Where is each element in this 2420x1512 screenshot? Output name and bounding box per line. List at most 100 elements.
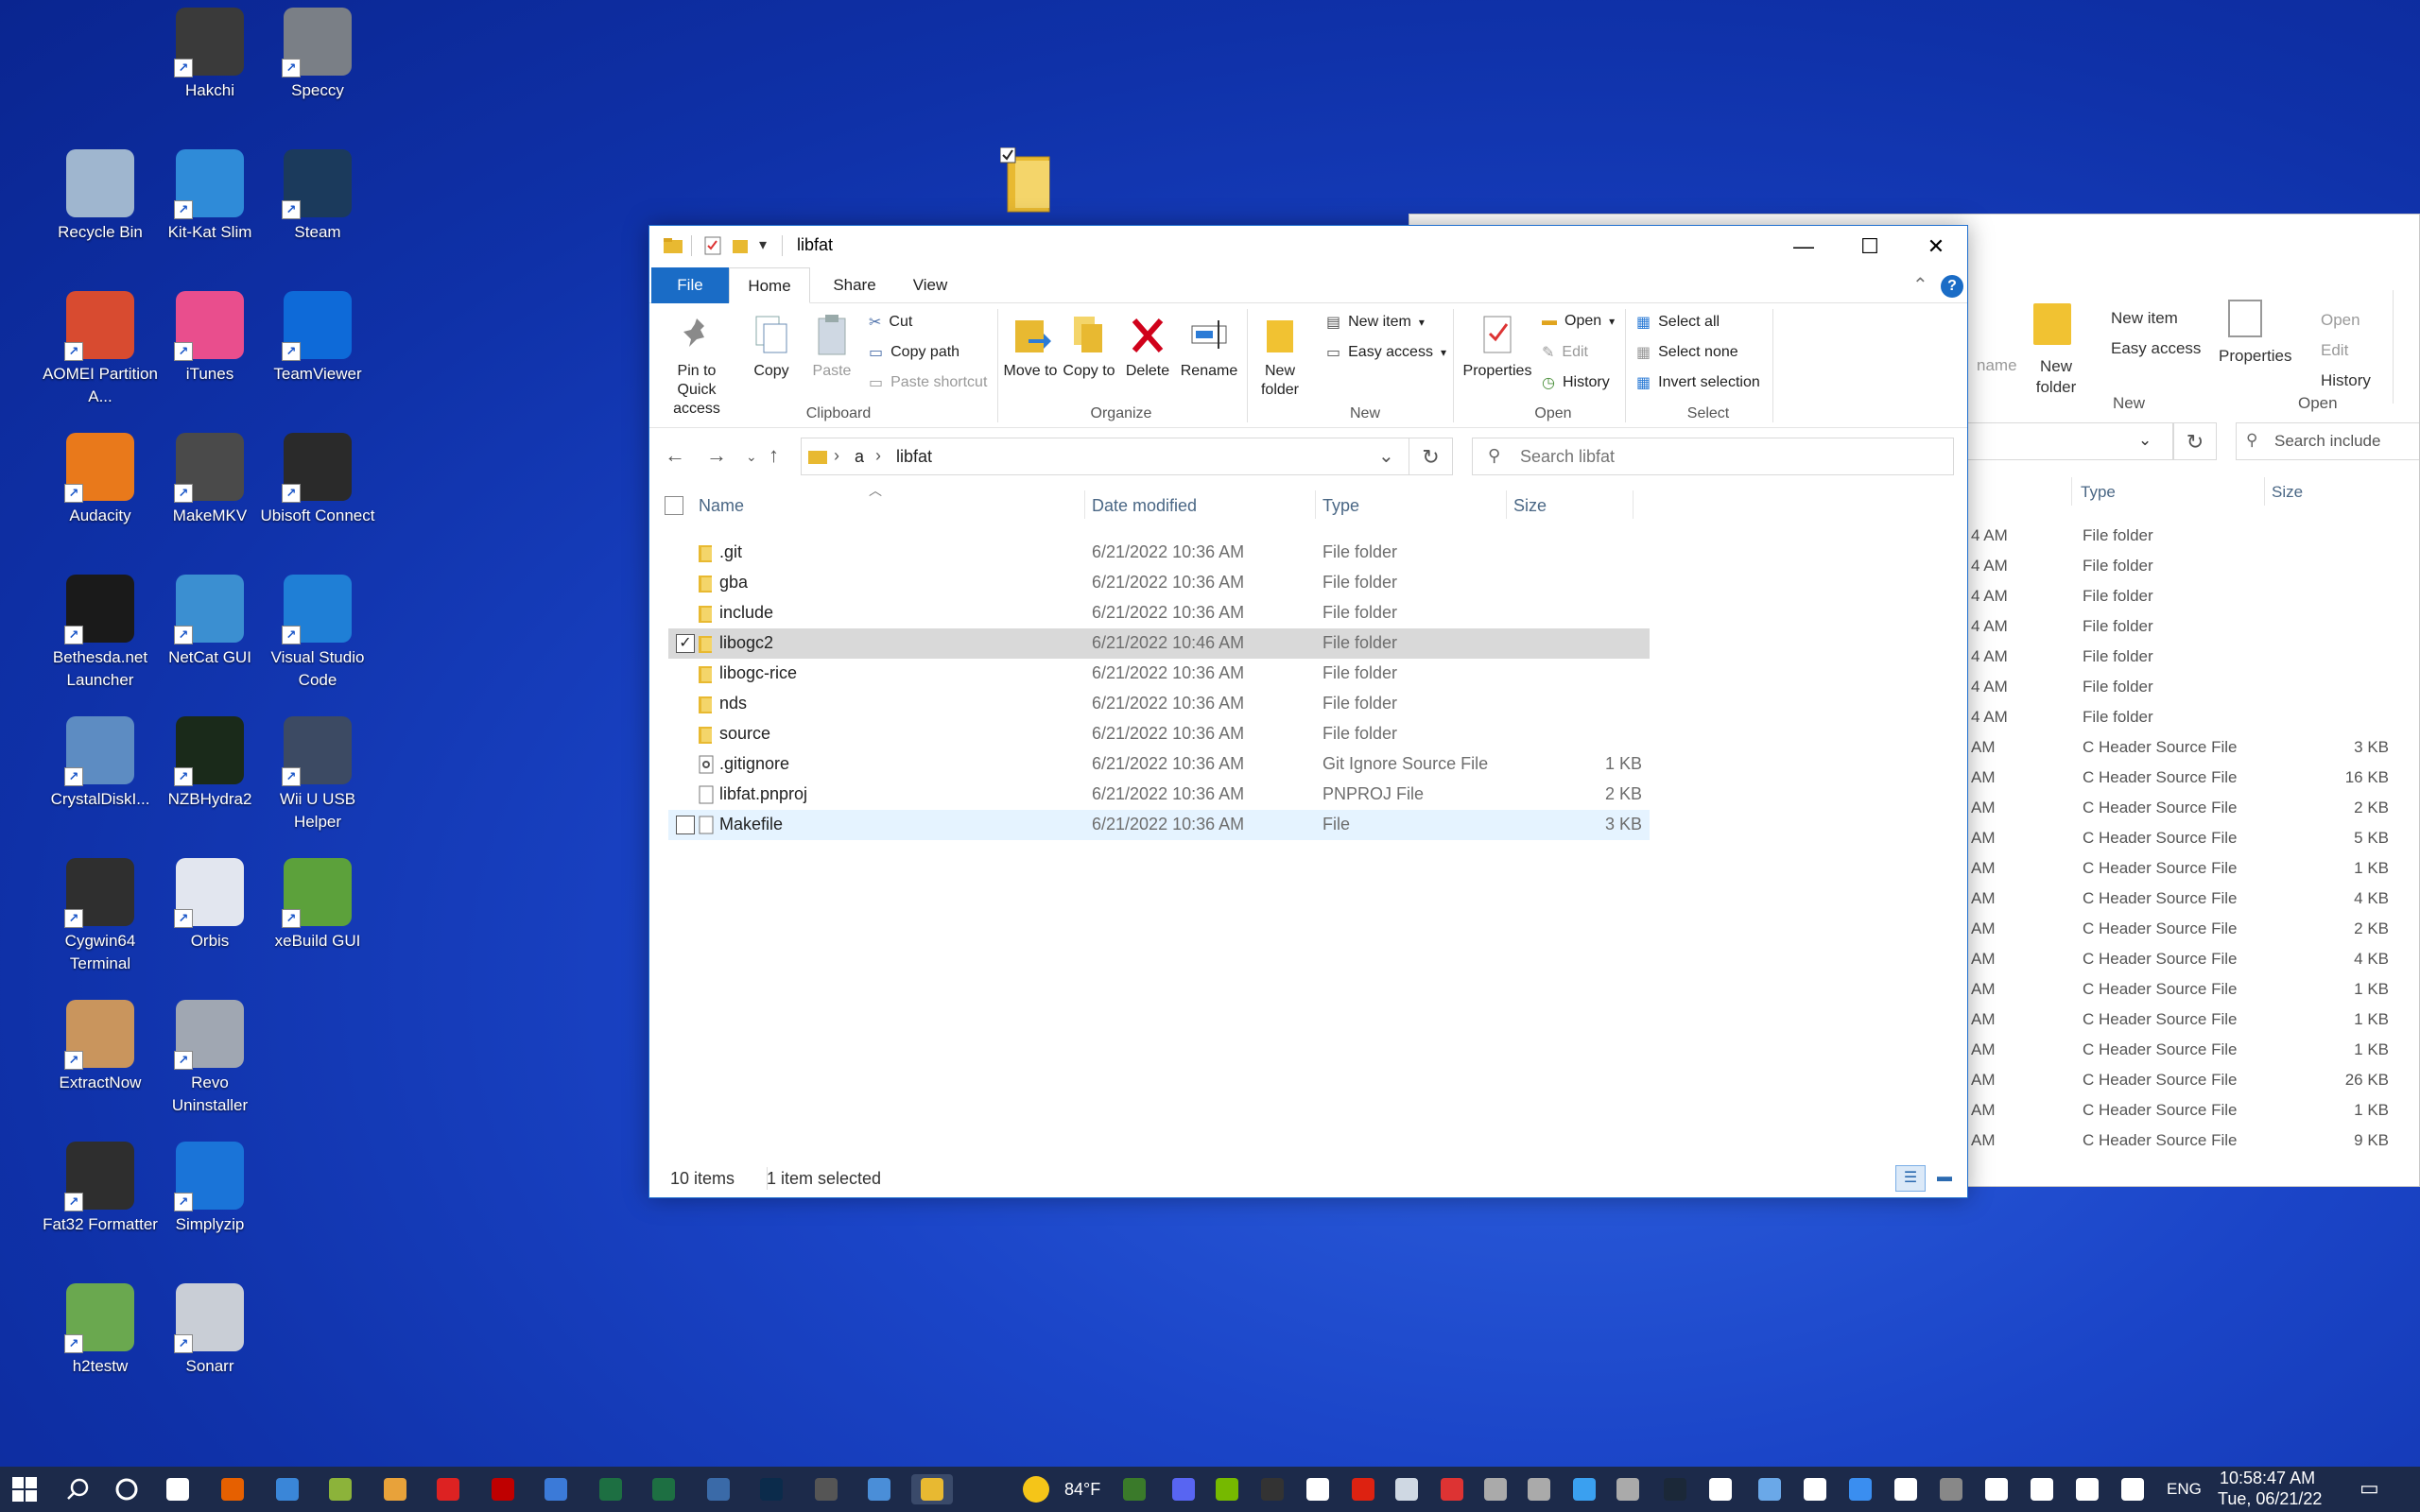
maximize-button[interactable]: ☐ (1837, 226, 1903, 267)
background-search-box[interactable]: ⚲ Search include (2236, 422, 2419, 460)
download-icon[interactable] (1800, 1474, 1830, 1504)
new-folder-button[interactable]: New folder (2028, 356, 2084, 398)
desktop-icon[interactable]: ↗ Sonarr (151, 1283, 268, 1416)
history-button[interactable]: ◷ History (1542, 373, 1610, 392)
invert-selection-button[interactable]: ▦ Invert selection (1636, 373, 1760, 392)
notification-center-icon[interactable]: ▭ (2360, 1476, 2379, 1501)
forward-arrow-icon[interactable]: → (706, 443, 727, 468)
desktop-icon[interactable]: ↗ Revo Uninstaller (151, 1000, 268, 1132)
pin-to-quick-access-button[interactable]: Pin to Quick access (657, 313, 736, 419)
input-language[interactable]: ENG (2167, 1480, 2202, 1499)
desktop-icon[interactable]: ↗ Bethesda.net Launcher (42, 575, 159, 707)
security-icon[interactable] (1891, 1474, 1921, 1504)
search-box[interactable]: ⚲ (1472, 438, 1954, 475)
details-view-icon[interactable]: ☰ (1895, 1165, 1926, 1192)
breadcrumb-parent[interactable]: a (855, 447, 864, 467)
app-icon[interactable] (1936, 1474, 1966, 1504)
desktop-icon[interactable]: ↗ NZBHydra2 (151, 716, 268, 849)
paste-button[interactable]: Paste (804, 313, 859, 381)
start-icon[interactable] (9, 1474, 40, 1504)
app-icon[interactable] (1569, 1474, 1599, 1504)
app-icon[interactable] (1705, 1474, 1736, 1504)
desktop-icon[interactable]: ↗ Visual Studio Code (259, 575, 376, 707)
desktop-icon[interactable]: ↗ Kit-Kat Slim (151, 149, 268, 282)
firefox-icon[interactable] (217, 1474, 248, 1504)
open-button[interactable]: ▬ Open ▾ (1542, 313, 1615, 330)
properties-quick-icon[interactable] (702, 235, 723, 256)
background-refresh-button[interactable]: ↻ (2173, 422, 2217, 460)
usb-icon[interactable] (2118, 1474, 2148, 1504)
delete-button[interactable]: Delete (1120, 313, 1175, 381)
back-arrow-icon[interactable]: ← (665, 443, 685, 468)
row-checkbox[interactable]: ✓ (676, 634, 695, 653)
row-checkbox[interactable] (676, 816, 695, 834)
copy-to-button[interactable]: Copy to (1062, 313, 1116, 381)
app-icon[interactable] (648, 1474, 679, 1504)
edit-button[interactable]: ✎ Edit (1542, 343, 1588, 362)
clock-date[interactable]: Tue, 06/21/22 (2218, 1489, 2322, 1509)
select-none-button[interactable]: ▦ Select none (1636, 343, 1738, 362)
close-button[interactable]: ✕ (1903, 226, 1969, 267)
large-icons-view-icon[interactable]: ▬ (1929, 1165, 1960, 1192)
wifi-icon[interactable] (2027, 1474, 2057, 1504)
discord-icon[interactable] (1168, 1474, 1199, 1504)
search-input[interactable] (1520, 447, 1936, 467)
volume-icon[interactable] (2072, 1474, 2102, 1504)
address-dropdown-icon[interactable]: ⌄ (2138, 431, 2152, 450)
desktop-icon[interactable]: ↗ CrystalDiskI... (42, 716, 159, 849)
app-icon[interactable] (541, 1474, 571, 1504)
column-type-header[interactable]: Type (1322, 485, 1359, 526)
desktop-icon[interactable]: ↗ Cygwin64 Terminal (42, 858, 159, 990)
battery-icon[interactable] (1981, 1474, 2012, 1504)
new-folder-quick-icon[interactable] (731, 235, 752, 256)
address-bar[interactable]: › a › libfat ⌄ (801, 438, 1409, 475)
file-explorer-icon[interactable] (911, 1474, 953, 1504)
file-row[interactable]: ✓ libogc2 6/21/2022 10:46 AM File folder (668, 628, 1650, 659)
task-view-icon[interactable] (163, 1474, 193, 1504)
copy-button[interactable]: Copy (744, 313, 799, 381)
excel-icon[interactable] (596, 1474, 626, 1504)
cortana-icon[interactable] (112, 1474, 142, 1504)
app-icon[interactable] (272, 1474, 302, 1504)
customize-toolbar-icon[interactable]: ▾ (759, 235, 767, 254)
app-icon[interactable] (1480, 1474, 1511, 1504)
desktop-icon[interactable]: ↗ MakeMKV (151, 433, 268, 565)
app-icon[interactable] (864, 1474, 894, 1504)
desktop-icon[interactable]: Recycle Bin (42, 149, 159, 282)
clock-time[interactable]: 10:58:47 AM (2220, 1469, 2315, 1488)
file-row[interactable]: libfat.pnproj 6/21/2022 10:36 AM PNPROJ Fi… (668, 780, 1650, 810)
tab-home[interactable]: Home (729, 267, 810, 303)
collapse-ribbon-icon[interactable]: ⌃ (1912, 273, 1928, 297)
copy-path-button[interactable]: ▭ Copy path (869, 343, 959, 362)
desktop-icon[interactable]: ↗ Ubisoft Connect (259, 433, 376, 565)
column-name-header[interactable]: Name (699, 485, 744, 526)
desktop-icon[interactable]: ↗ iTunes (151, 291, 268, 423)
tab-share[interactable]: Share (820, 267, 890, 303)
refresh-button[interactable]: ↻ (1409, 438, 1453, 475)
file-row[interactable]: source 6/21/2022 10:36 AM File folder (668, 719, 1650, 749)
properties-button[interactable]: Properties (2219, 347, 2291, 366)
column-date-header[interactable]: Date modified (1092, 485, 1197, 526)
select-all-button[interactable]: ▦ Select all (1636, 313, 1720, 332)
desktop-icon[interactable]: ↗ ExtractNow (42, 1000, 159, 1132)
new-folder-button[interactable]: New folder (1253, 313, 1307, 400)
app-icon[interactable] (1392, 1474, 1422, 1504)
app-icon[interactable] (1613, 1474, 1643, 1504)
explorer-window[interactable]: ▾ libfat — ☐ ✕ File Home Share View ⌃ ? … (648, 225, 1968, 1198)
help-icon[interactable]: ? (1941, 275, 1963, 298)
calculator-icon[interactable] (811, 1474, 841, 1504)
easy-access-button[interactable]: Easy access (2111, 339, 2201, 358)
desktop-icon[interactable]: ↗ Audacity (42, 433, 159, 565)
column-size-header[interactable]: Size (2272, 483, 2303, 502)
bluetooth-icon[interactable] (1845, 1474, 1876, 1504)
desktop-icon[interactable]: ↗ Steam (259, 149, 376, 282)
desktop-icon[interactable]: ↗ Hakchi (151, 8, 268, 140)
search-icon[interactable] (62, 1474, 93, 1504)
new-item-button[interactable]: New item (2111, 309, 2178, 328)
desktop-icon[interactable]: ↗ h2testw (42, 1283, 159, 1416)
file-row[interactable]: .git 6/21/2022 10:36 AM File folder (668, 538, 1650, 568)
easy-access-button[interactable]: ▭ Easy access ▾ (1326, 343, 1446, 362)
desktop-icon[interactable]: ↗ Simplyzip (151, 1142, 268, 1274)
app-icon[interactable] (1257, 1474, 1288, 1504)
steam-icon[interactable] (1660, 1474, 1690, 1504)
